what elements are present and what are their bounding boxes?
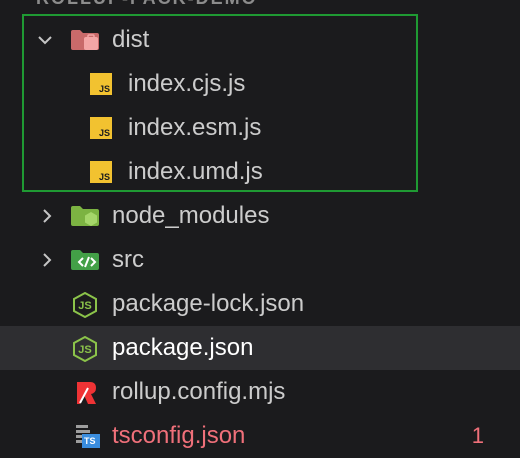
tree-item-label: dist xyxy=(112,26,150,53)
js-file-icon: JS xyxy=(88,116,114,140)
tree-item-file[interactable]: JS index.esm.js xyxy=(0,106,520,150)
tree-item-label: package-lock.json xyxy=(112,290,305,317)
tree-item-label: package.json xyxy=(112,334,254,361)
folder-node-modules-icon xyxy=(70,204,99,228)
svg-text:JS: JS xyxy=(78,300,91,312)
tree-item-src[interactable]: src xyxy=(0,238,520,282)
tree-item-label: src xyxy=(112,246,144,273)
svg-text:JS: JS xyxy=(78,344,91,356)
nodejs-json-icon: JS xyxy=(72,336,98,362)
folder-open-dist-icon xyxy=(70,28,99,52)
tree-item-file[interactable]: rollup.config.mjs xyxy=(0,370,520,414)
tree-item-label: tsconfig.json xyxy=(112,422,246,449)
tree-item-node-modules[interactable]: node_modules xyxy=(0,194,520,238)
folder-src-icon xyxy=(70,248,99,272)
chevron-right-icon[interactable] xyxy=(36,249,58,271)
js-file-icon: JS xyxy=(88,72,114,96)
tree-item-label: index.esm.js xyxy=(128,114,262,141)
tree-item-file[interactable]: JS package-lock.json xyxy=(0,282,520,326)
tree-item-label: index.umd.js xyxy=(128,158,263,185)
tree-item-label: rollup.config.mjs xyxy=(112,378,286,405)
rollup-icon xyxy=(74,380,100,404)
tree-item-file[interactable]: JS index.umd.js xyxy=(0,150,520,194)
tree-item-dist[interactable]: dist xyxy=(0,18,520,62)
problem-count-badge: 1 xyxy=(471,423,484,448)
explorer-section-header[interactable]: ROLLUP-PACK-DEMO xyxy=(36,0,258,8)
chevron-down-icon[interactable] xyxy=(34,29,56,51)
nodejs-json-icon: JS xyxy=(72,292,98,318)
tree-item-label: index.cjs.js xyxy=(128,70,246,97)
tree-item-file-error[interactable]: TS tsconfig.json 1 xyxy=(0,414,520,458)
js-file-icon: JS xyxy=(88,160,114,184)
tree-item-file-selected[interactable]: JS package.json xyxy=(0,326,520,370)
chevron-right-icon[interactable] xyxy=(36,205,58,227)
tree-item-file[interactable]: JS index.cjs.js xyxy=(0,62,520,106)
file-explorer: ROLLUP-PACK-DEMO dist JS index.cjs.js JS… xyxy=(0,0,520,458)
tsconfig-icon: TS xyxy=(74,424,100,448)
tree-item-label: node_modules xyxy=(112,202,270,229)
